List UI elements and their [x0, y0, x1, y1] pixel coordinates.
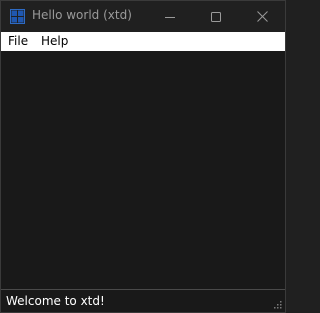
client-area[interactable] [1, 51, 285, 289]
title-bar[interactable]: Hello world (xtd) [1, 1, 285, 32]
close-icon [256, 11, 268, 22]
app-window: Hello world (xtd) File Help Welcome to x… [0, 0, 286, 313]
size-grip-icon[interactable] [272, 299, 282, 309]
menu-item-help[interactable]: Help [39, 34, 70, 49]
app-grid-icon [10, 9, 25, 24]
window-title: Hello world (xtd) [32, 8, 132, 22]
maximize-button[interactable] [193, 1, 239, 32]
close-button[interactable] [239, 1, 285, 32]
menu-item-file[interactable]: File [6, 34, 30, 49]
status-bar: Welcome to xtd! [1, 289, 285, 312]
status-text: Welcome to xtd! [6, 294, 105, 308]
maximize-icon [211, 11, 221, 22]
minimize-button[interactable] [147, 1, 193, 32]
minimize-icon [165, 16, 175, 18]
menu-bar: File Help [1, 32, 285, 51]
